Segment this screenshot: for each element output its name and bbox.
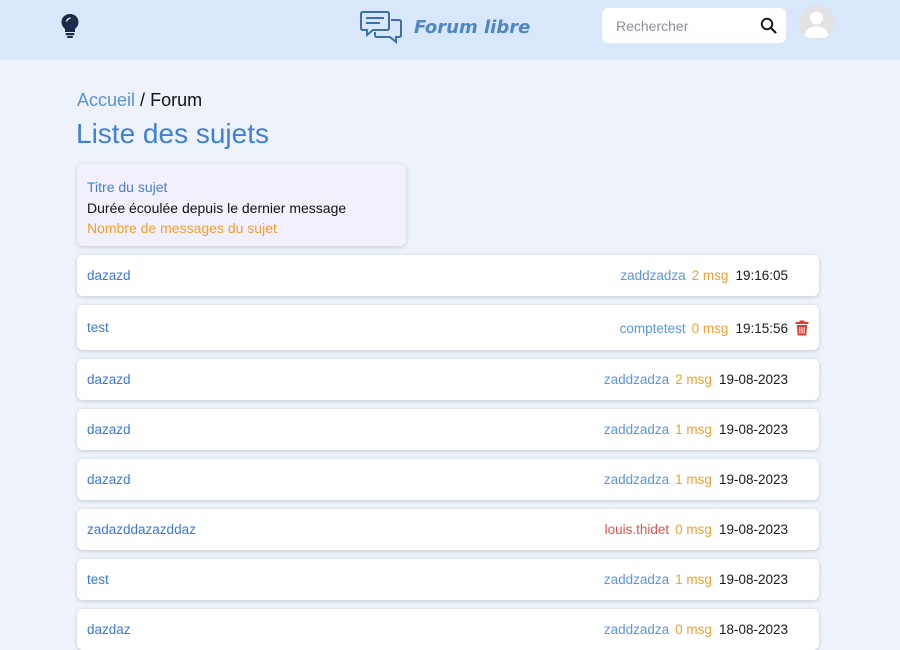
topic-message-count: 0 msg <box>691 320 729 336</box>
breadcrumb: Accueil / Forum <box>77 90 202 111</box>
topic-row[interactable]: dazazd zaddzadza 1 msg 19-08-2023 <box>77 409 819 450</box>
topic-title[interactable]: test <box>87 572 109 587</box>
legend-card: Titre du sujet Durée écoulée depuis le d… <box>77 164 406 246</box>
topic-row[interactable]: test zaddzadza 1 msg 19-08-2023 <box>77 559 819 600</box>
topic-message-count: 1 msg <box>675 572 712 587</box>
topic-last-activity: 19-08-2023 <box>718 372 788 387</box>
topic-row[interactable]: dazazd zaddzadza 2 msg 19:16:05 <box>77 255 819 296</box>
topic-meta: zaddzadza 1 msg 19-08-2023 <box>604 472 788 487</box>
topic-title[interactable]: zadazddazazddaz <box>87 522 196 537</box>
topic-meta: zaddzadza 1 msg 19-08-2023 <box>604 572 788 587</box>
search-icon[interactable] <box>760 17 777 34</box>
topic-author[interactable]: zaddzadza <box>604 572 669 587</box>
brand[interactable]: Forum libre <box>360 9 530 45</box>
topic-message-count: 1 msg <box>675 422 712 437</box>
chat-bubbles-icon <box>360 11 402 44</box>
topic-meta: zaddzadza 2 msg 19-08-2023 <box>604 372 788 387</box>
topic-row[interactable]: dazazd zaddzadza 1 msg 19-08-2023 <box>77 459 819 500</box>
topic-last-activity: 19-08-2023 <box>718 572 788 587</box>
topic-last-activity: 18-08-2023 <box>718 622 788 637</box>
page-title: Liste des sujets <box>76 118 269 149</box>
topic-author[interactable]: comptetest <box>620 321 686 336</box>
search-box <box>602 8 786 43</box>
breadcrumb-separator: / <box>140 90 146 110</box>
search-input[interactable] <box>602 8 766 43</box>
topic-title[interactable]: dazazd <box>87 472 131 487</box>
topic-last-activity: 19-08-2023 <box>718 422 788 437</box>
topic-meta: louis.thidet 0 msg 19-08-2023 <box>605 522 788 537</box>
topic-message-count: 2 msg <box>691 268 729 283</box>
topic-last-activity: 19-08-2023 <box>718 472 788 487</box>
topic-title[interactable]: dazazd <box>87 372 131 387</box>
topic-author[interactable]: louis.thidet <box>605 522 670 537</box>
topic-author[interactable]: zaddzadza <box>604 422 669 437</box>
topic-meta: zaddzadza 1 msg 19-08-2023 <box>604 422 788 437</box>
topic-title[interactable]: dazdaz <box>87 622 131 637</box>
topic-author[interactable]: zaddzadza <box>604 372 669 387</box>
topic-last-activity: 19-08-2023 <box>718 522 788 537</box>
topic-author[interactable]: zaddzadza <box>604 622 669 637</box>
legend-count-label: Nombre de messages du sujet <box>87 220 277 236</box>
topic-title[interactable]: test <box>87 320 109 335</box>
topic-title[interactable]: dazazd <box>87 422 131 437</box>
topic-row[interactable]: dazdaz zaddzadza 0 msg 18-08-2023 <box>77 609 819 650</box>
topic-meta: zaddzadza 0 msg 18-08-2023 <box>604 622 788 637</box>
topic-message-count: 1 msg <box>675 472 712 487</box>
top-bar: Forum libre <box>0 0 900 60</box>
user-avatar-icon[interactable] <box>799 5 834 40</box>
breadcrumb-current: Forum <box>150 90 203 110</box>
topic-message-count: 2 msg <box>675 372 712 387</box>
legend-duration-label: Durée écoulée depuis le dernier message <box>87 199 347 216</box>
brand-title: Forum libre <box>414 16 531 38</box>
topic-last-activity: 19:16:05 <box>735 268 788 283</box>
legend-title-label: Titre du sujet <box>87 179 168 195</box>
trash-icon[interactable] <box>795 320 809 336</box>
topic-row[interactable]: zadazddazazddaz louis.thidet 0 msg 19-08… <box>77 509 819 550</box>
topic-row[interactable]: dazazd zaddzadza 2 msg 19-08-2023 <box>77 359 819 400</box>
topic-row[interactable]: test comptetest 0 msg 19:15:56 <box>77 305 819 350</box>
topic-meta: zaddzadza 2 msg 19:16:05 <box>620 268 788 283</box>
lightbulb-icon[interactable] <box>60 13 80 39</box>
breadcrumb-home-link[interactable]: Accueil <box>77 90 135 110</box>
topic-message-count: 0 msg <box>675 622 712 637</box>
topic-author[interactable]: zaddzadza <box>620 268 685 283</box>
topic-last-activity: 19:15:56 <box>735 320 788 336</box>
topic-meta: comptetest 0 msg 19:15:56 <box>620 320 809 336</box>
topic-title[interactable]: dazazd <box>87 268 131 283</box>
topic-author[interactable]: zaddzadza <box>604 472 669 487</box>
topic-message-count: 0 msg <box>675 522 712 537</box>
